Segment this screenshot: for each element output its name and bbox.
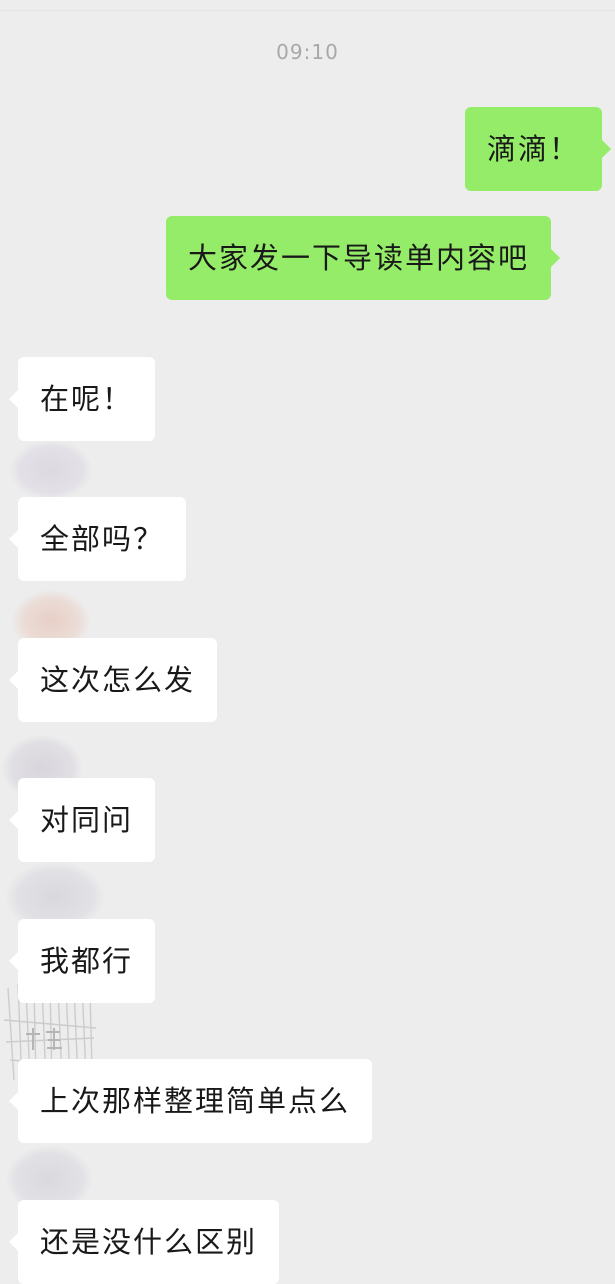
message-bubble-incoming[interactable]: 在呢！ xyxy=(8,357,156,441)
message-bubble-outgoing[interactable]: 滴滴！ xyxy=(465,107,612,191)
message-bubble-incoming[interactable]: 还是没什么区别 xyxy=(8,1200,280,1284)
message-bubble-incoming[interactable]: 上次那样整理简单点么 xyxy=(8,1059,373,1143)
message-bubble-outgoing[interactable]: 大家发一下导读单内容吧 xyxy=(166,216,561,300)
message-bubble-incoming[interactable]: 这次怎么发 xyxy=(8,638,218,722)
message-bubble-incoming[interactable]: 对同问 xyxy=(8,778,156,862)
top-divider xyxy=(0,10,615,11)
chat-timestamp: 09:10 xyxy=(276,40,339,64)
message-bubble-incoming[interactable]: 我都行 xyxy=(8,919,156,1003)
message-bubble-incoming[interactable]: 全部吗？ xyxy=(8,497,187,581)
obscured-sender-name xyxy=(10,440,92,500)
